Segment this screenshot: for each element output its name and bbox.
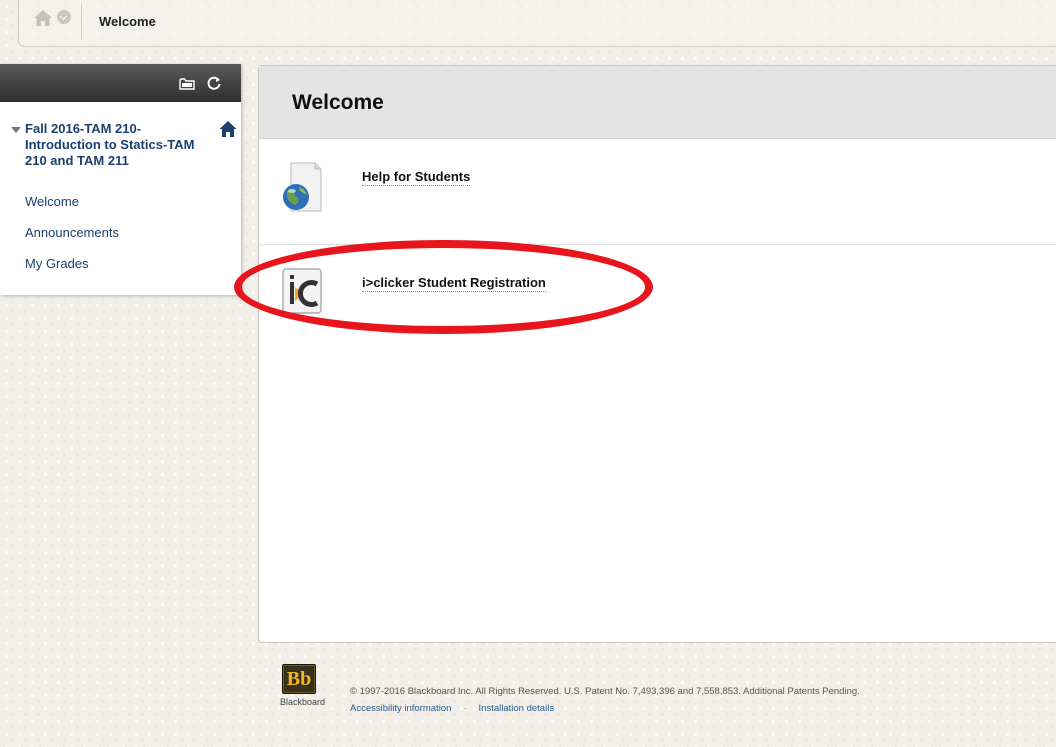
folder-icon[interactable] (179, 77, 195, 90)
iclicker-icon[interactable] (281, 265, 323, 317)
refresh-icon[interactable] (206, 75, 222, 91)
breadcrumb-divider (81, 4, 82, 40)
course-menu-header (0, 64, 241, 102)
footer-copyright: © 1997-2016 Blackboard Inc. All Rights R… (350, 686, 860, 697)
content-area: Welcome Help for Students i>clicker Stud… (258, 65, 1056, 643)
sidebar-item-welcome[interactable]: Welcome (25, 194, 79, 209)
chevron-down-icon[interactable] (57, 10, 71, 24)
footer-separator: · (463, 703, 467, 714)
accessibility-information-link[interactable]: Accessibility information (350, 703, 451, 714)
content-header: Welcome (259, 66, 1056, 139)
iclicker-registration-link[interactable]: i>clicker Student Registration (362, 275, 546, 292)
collapse-triangle-icon[interactable] (11, 127, 21, 133)
blackboard-badge: Bb (282, 664, 316, 694)
globe-document-icon[interactable] (281, 161, 323, 213)
help-for-students-link[interactable]: Help for Students (362, 169, 471, 186)
sidebar-item-my-grades[interactable]: My Grades (25, 256, 89, 271)
sidebar-item-announcements[interactable]: Announcements (25, 225, 119, 240)
content-item-help: Help for Students (259, 139, 1056, 243)
course-title-link[interactable]: Fall 2016-TAM 210-Introduction to Static… (25, 121, 205, 169)
home-icon[interactable] (219, 120, 237, 138)
footer-links: Accessibility information · Installation d… (350, 703, 554, 714)
page-title: Welcome (292, 91, 384, 114)
course-menu-panel: Fall 2016-TAM 210-Introduction to Static… (0, 64, 241, 295)
blackboard-name: Blackboard (280, 697, 326, 707)
blackboard-logo: Bb Blackboard (280, 664, 330, 707)
installation-details-link[interactable]: Installation details (479, 703, 555, 714)
home-icon[interactable] (33, 8, 53, 28)
breadcrumb: Welcome (18, 0, 1056, 47)
breadcrumb-title: Welcome (99, 14, 156, 29)
content-item-iclicker: i>clicker Student Registration (259, 245, 1056, 349)
